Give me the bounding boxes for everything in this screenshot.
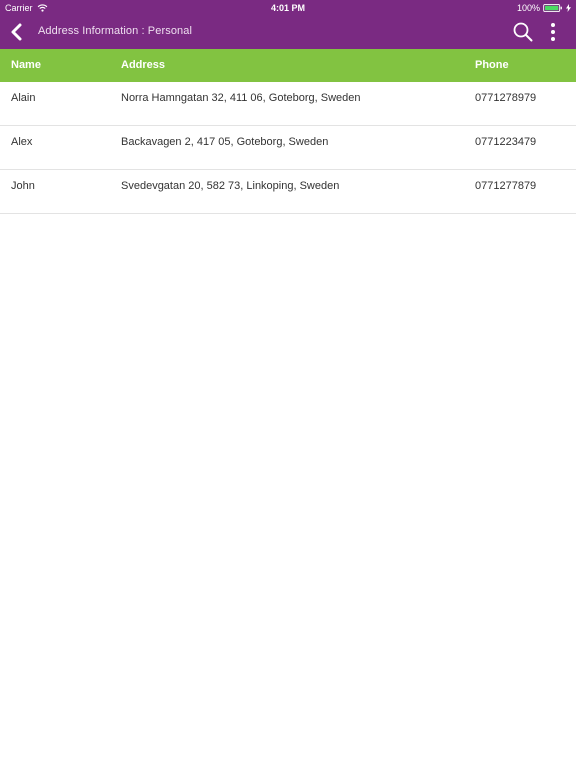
app-header: Carrier 4:01 PM 100% Address Information… [0,0,576,49]
cell-phone: 0771277879 [475,180,537,192]
cell-address: Backavagen 2, 417 05, Goteborg, Sweden [121,136,329,148]
more-vertical-icon [551,23,555,41]
table-header: Name Address Phone [0,49,576,82]
status-bar: Carrier 4:01 PM 100% [0,0,576,16]
cell-name: John [11,180,35,192]
table-row[interactable]: Alex Backavagen 2, 417 05, Goteborg, Swe… [0,126,576,170]
chevron-left-icon [11,23,22,41]
battery-indicator: 100% [517,3,571,13]
column-header-address: Address [121,59,166,71]
more-options-button[interactable] [546,20,560,44]
battery-icon [543,4,562,12]
cell-name: Alex [11,136,33,148]
search-icon [513,22,533,42]
battery-percent: 100% [516,3,540,13]
cell-phone: 0771223479 [475,136,537,148]
cell-address: Norra Hamngatan 32, 411 06, Goteborg, Sw… [121,92,361,104]
cell-phone: 0771278979 [475,92,537,104]
address-table: Alain Norra Hamngatan 32, 411 06, Gotebo… [0,82,576,214]
cell-address: Svedevgatan 20, 582 73, Linkoping, Swede… [121,180,340,192]
table-row[interactable]: John Svedevgatan 20, 582 73, Linkoping, … [0,170,576,214]
table-row[interactable]: Alain Norra Hamngatan 32, 411 06, Gotebo… [0,82,576,126]
column-header-phone: Phone [475,59,509,71]
column-header-name: Name [11,59,41,71]
back-button[interactable] [8,22,26,42]
clock: 4:01 PM [270,3,305,13]
cell-name: Alain [11,92,36,104]
navigation-bar: Address Information : Personal [0,16,576,49]
search-button[interactable] [512,21,534,43]
charging-bolt-icon [566,4,571,12]
page-title: Address Information : Personal [38,25,193,37]
